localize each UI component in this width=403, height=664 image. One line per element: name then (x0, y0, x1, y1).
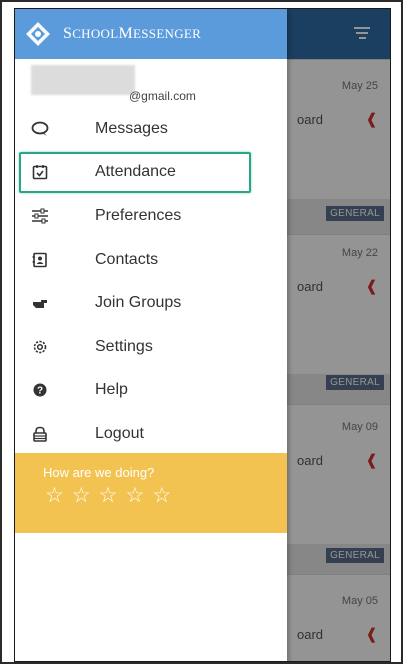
star-3-icon[interactable]: ☆ (99, 485, 118, 506)
menu-item-settings[interactable]: Settings (15, 325, 287, 369)
lock-icon (31, 425, 49, 443)
phone-screen: May 25 oard ❰ GENERAL May 22 oard ❰ GENE… (14, 8, 391, 662)
account-info: @gmail.com (15, 59, 287, 107)
star-4-icon[interactable]: ☆ (125, 485, 144, 506)
drawer-header: SCHOOLMESSENGER (15, 9, 287, 59)
chat-icon (31, 120, 49, 138)
menu-item-contacts[interactable]: Contacts (15, 238, 287, 282)
menu-item-help[interactable]: ? Help (15, 369, 287, 413)
pointing-hand-icon (31, 294, 49, 312)
calendar-check-icon (31, 163, 49, 181)
menu-item-preferences[interactable]: Preferences (15, 194, 287, 238)
screenshot-frame: May 25 oard ❰ GENERAL May 22 oard ❰ GENE… (0, 0, 403, 664)
menu-item-label: Logout (95, 424, 144, 442)
drawer-menu: Messages Attendance Preferences Contacts… (15, 107, 287, 456)
menu-item-join-groups[interactable]: Join Groups (15, 281, 287, 325)
navigation-drawer: SCHOOLMESSENGER @gmail.com Messages Atte… (15, 9, 287, 661)
app-title: SCHOOLMESSENGER (63, 25, 202, 42)
star-2-icon[interactable]: ☆ (72, 485, 91, 506)
menu-item-label: Settings (95, 337, 153, 355)
menu-item-label: Join Groups (95, 294, 182, 312)
svg-text:?: ? (37, 386, 43, 397)
account-email: @gmail.com (129, 89, 196, 103)
star-1-icon[interactable]: ☆ (45, 485, 64, 506)
feedback-question: How are we doing? (43, 465, 155, 480)
contacts-icon (31, 251, 49, 269)
gear-icon (31, 338, 49, 356)
menu-item-label: Help (95, 381, 128, 399)
menu-item-label: Attendance (95, 163, 176, 181)
redacted-name (31, 65, 135, 95)
menu-item-logout[interactable]: Logout (15, 412, 287, 456)
menu-item-attendance[interactable]: Attendance (15, 151, 287, 195)
sliders-icon (31, 207, 49, 225)
help-icon: ? (31, 381, 49, 399)
star-rating: ☆ ☆ ☆ ☆ ☆ (45, 485, 171, 506)
menu-item-messages[interactable]: Messages (15, 107, 287, 151)
menu-item-label: Preferences (95, 206, 182, 224)
star-5-icon[interactable]: ☆ (152, 485, 171, 506)
menu-item-label: Messages (95, 119, 168, 137)
schoolmessenger-logo-icon (26, 22, 50, 46)
menu-item-label: Contacts (95, 250, 159, 268)
feedback-panel: How are we doing? ☆ ☆ ☆ ☆ ☆ (15, 453, 287, 533)
